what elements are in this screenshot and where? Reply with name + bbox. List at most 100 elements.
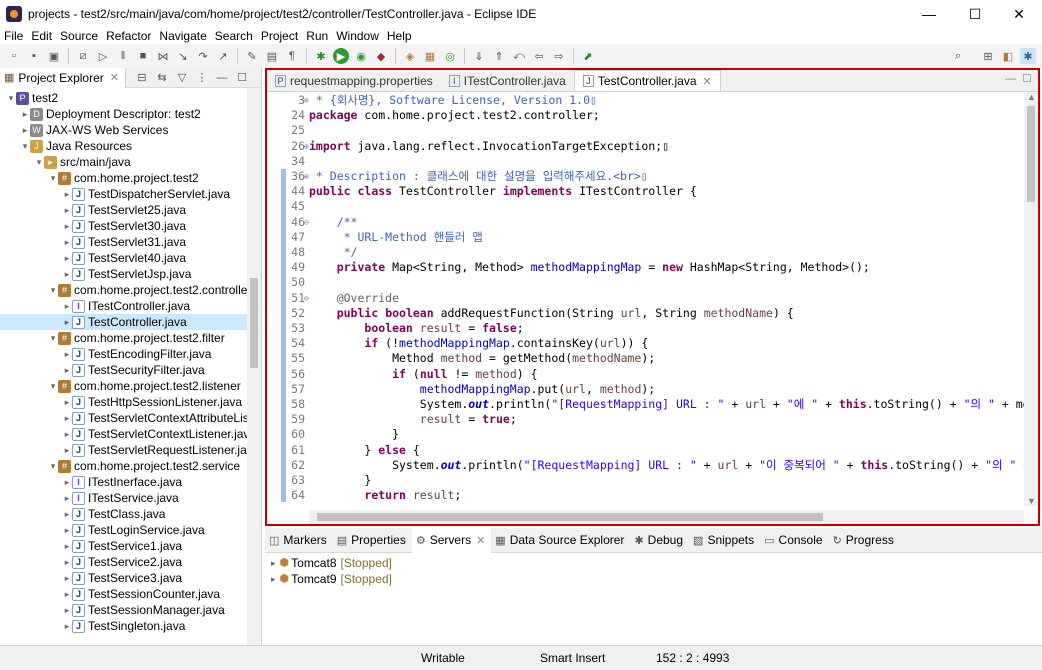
bottom-tab[interactable]: ▭ Console	[760, 528, 828, 553]
disconnect-icon[interactable]: ⋈	[155, 48, 171, 64]
expanded-arrow-icon[interactable]: ▾	[34, 154, 44, 170]
bottom-tab[interactable]: ▤ Properties	[333, 528, 412, 553]
open-perspective-icon[interactable]: ⊞	[980, 48, 996, 64]
collapsed-arrow-icon[interactable]: ▸	[62, 394, 72, 410]
collapsed-arrow-icon[interactable]: ▸	[62, 266, 72, 282]
code-line[interactable]: 45	[267, 199, 1038, 214]
code-line[interactable]: 47 * URL-Method 핸들러 맵	[267, 230, 1038, 245]
menu-navigate[interactable]: Navigate	[155, 29, 210, 43]
tree-item[interactable]: ▸ J TestEncodingFilter.java	[0, 346, 261, 362]
menu-run[interactable]: Run	[302, 29, 332, 43]
server-row[interactable]: ▸ ⬢ Tomcat8 [Stopped]	[265, 555, 1042, 571]
code-line[interactable]: 61 } else {	[267, 443, 1038, 458]
tree-item[interactable]: ▸ J TestSessionCounter.java	[0, 586, 261, 602]
expanded-arrow-icon[interactable]: ▾	[48, 330, 58, 346]
scroll-thumb[interactable]	[250, 278, 258, 368]
bottom-tab[interactable]: ▦ Data Source Explorer	[491, 528, 630, 553]
tree-item[interactable]: ▸ J TestSecurityFilter.java	[0, 362, 261, 378]
tree-item[interactable]: ▸ J TestServletContextAttributeListe	[0, 410, 261, 426]
code-line[interactable]: 36 ⊕ * Description : 클래스에 대한 설명을 입력해주세요.<…	[267, 169, 1038, 184]
maximize-editor-icon[interactable]: ☐	[1022, 72, 1032, 85]
minimize-editor-icon[interactable]: —	[1005, 73, 1016, 85]
tree-item[interactable]: ▸ I ITestService.java	[0, 490, 261, 506]
debug-icon[interactable]: ✱	[313, 48, 329, 64]
tree-item[interactable]: ▸ J TestService1.java	[0, 538, 261, 554]
collapsed-arrow-icon[interactable]: ▸	[62, 522, 72, 538]
tree-item[interactable]: ▾ # com.home.project.test2.service	[0, 458, 261, 474]
collapse-all-icon[interactable]: ⊟	[134, 70, 150, 86]
terminate-icon[interactable]: ■	[135, 48, 151, 64]
expanded-arrow-icon[interactable]: ▾	[6, 90, 16, 106]
code-line[interactable]: 57 methodMappingMap.put(url, method);	[267, 382, 1038, 397]
forward-icon[interactable]: ⇨	[551, 48, 567, 64]
tree-item[interactable]: ▾ # com.home.project.test2.filter	[0, 330, 261, 346]
collapsed-arrow-icon[interactable]: ▸	[62, 362, 72, 378]
close-icon[interactable]: ✕	[476, 534, 485, 547]
collapsed-arrow-icon[interactable]: ▸	[62, 586, 72, 602]
collapsed-arrow-icon[interactable]: ▸	[62, 298, 72, 314]
minimize-button[interactable]: —	[906, 0, 952, 28]
code-line[interactable]: 59 result = true;	[267, 412, 1038, 427]
filter-icon[interactable]: ▽	[174, 70, 190, 86]
collapsed-arrow-icon[interactable]: ▸	[62, 234, 72, 250]
tree-item[interactable]: ▾ # com.home.project.test2	[0, 170, 261, 186]
menu-file[interactable]: File	[0, 29, 27, 43]
tree-item[interactable]: ▸ J TestLoginService.java	[0, 522, 261, 538]
bottom-tab[interactable]: ⚙ Servers ✕	[411, 527, 492, 553]
code-line[interactable]: 46 ⊖ /**	[267, 215, 1038, 230]
tree-item[interactable]: ▾ ▸ src/main/java	[0, 154, 261, 170]
tree-item[interactable]: ▸ I ITestController.java	[0, 298, 261, 314]
collapsed-arrow-icon[interactable]: ▸	[20, 122, 30, 138]
code-line[interactable]: 25	[267, 123, 1038, 138]
tree-item[interactable]: ▸ J TestServletRequestListener.java	[0, 442, 261, 458]
pin-editor-icon[interactable]: ⬈	[580, 48, 596, 64]
code-line[interactable]: 48 */	[267, 245, 1038, 260]
code-line[interactable]: 3 ⊕ * {회사명}, Software License, Version 1.…	[267, 93, 1038, 108]
tree-item[interactable]: ▸ J TestService2.java	[0, 554, 261, 570]
save-icon[interactable]: ▪	[26, 48, 42, 64]
menu-edit[interactable]: Edit	[27, 29, 56, 43]
scroll-up-icon[interactable]: ▲	[1027, 92, 1036, 102]
whitespace-icon[interactable]: ¶	[284, 48, 300, 64]
close-icon[interactable]: ✕	[110, 71, 119, 84]
code-line[interactable]: 26 ⊕ import java.lang.reflect.InvocationTa…	[267, 139, 1038, 154]
close-button[interactable]: ✕	[996, 0, 1042, 28]
tree-item[interactable]: ▸ D Deployment Descriptor: test2	[0, 106, 261, 122]
editor-tab[interactable]: I ITestController.java	[441, 70, 574, 91]
new-package-icon[interactable]: ▦	[422, 48, 438, 64]
tree-item[interactable]: ▸ J TestSessionManager.java	[0, 602, 261, 618]
collapsed-arrow-icon[interactable]: ▸	[62, 538, 72, 554]
tree-item[interactable]: ▸ J TestServletContextListener.java	[0, 426, 261, 442]
next-annotation-icon[interactable]: ⇓	[471, 48, 487, 64]
collapsed-arrow-icon[interactable]: ▸	[62, 186, 72, 202]
collapsed-arrow-icon[interactable]: ▸	[62, 618, 72, 634]
tree-item[interactable]: ▾ Ptest2	[0, 90, 261, 106]
previous-annotation-icon[interactable]: ⇑	[491, 48, 507, 64]
collapsed-arrow-icon[interactable]: ▸	[62, 410, 72, 426]
coverage-icon[interactable]: ◉	[353, 48, 369, 64]
collapsed-arrow-icon[interactable]: ▸	[62, 602, 72, 618]
tree-item[interactable]: ▸ J TestServletJsp.java	[0, 266, 261, 282]
tree-item[interactable]: ▸ I ITestInerface.java	[0, 474, 261, 490]
scroll-thumb[interactable]	[317, 513, 823, 521]
code-line[interactable]: 49 private Map<String, Method> methodMap…	[267, 260, 1038, 275]
run-icon[interactable]: ▶	[333, 48, 349, 64]
step-over-icon[interactable]: ↷	[195, 48, 211, 64]
server-row[interactable]: ▸ ⬢ Tomcat9 [Stopped]	[265, 571, 1042, 587]
bottom-tab[interactable]: ▧ Snippets	[689, 528, 760, 553]
code-line[interactable]: 44 public class TestController implements…	[267, 184, 1038, 199]
collapsed-arrow-icon[interactable]: ▸	[20, 106, 30, 122]
editor-horizontal-scrollbar[interactable]	[309, 510, 1024, 524]
collapsed-arrow-icon[interactable]: ▸	[62, 506, 72, 522]
tree-item[interactable]: ▸ W JAX-WS Web Services	[0, 122, 261, 138]
code-line[interactable]: 55 Method method = getMethod(methodName)…	[267, 351, 1038, 366]
tree-item[interactable]: ▸ J TestClass.java	[0, 506, 261, 522]
tree-item[interactable]: ▾ # com.home.project.test2.controller	[0, 282, 261, 298]
collapsed-arrow-icon[interactable]: ▸	[62, 554, 72, 570]
bottom-tab[interactable]: ↻ Progress	[829, 528, 900, 553]
java-ee-perspective-icon[interactable]: ◧	[1000, 48, 1016, 64]
menu-window[interactable]: Window	[332, 29, 383, 43]
tree-item[interactable]: ▸ J TestController.java	[0, 314, 261, 330]
project-explorer-tab[interactable]: ▦ Project Explorer ✕	[0, 67, 126, 88]
menu-refactor[interactable]: Refactor	[102, 29, 155, 43]
